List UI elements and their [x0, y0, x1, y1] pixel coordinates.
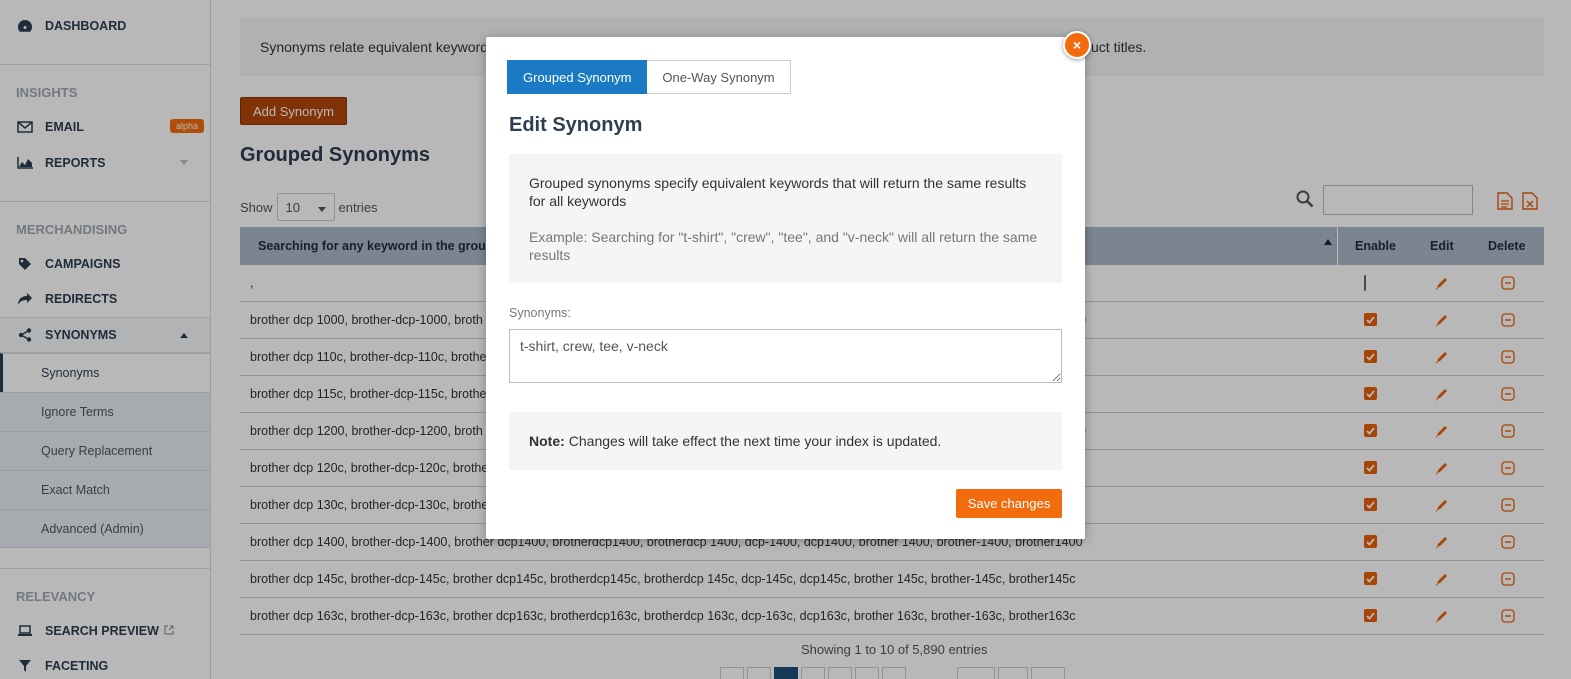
close-icon: × — [1072, 37, 1082, 53]
note-text: Changes will take effect the next time y… — [568, 433, 942, 449]
synonyms-textarea[interactable]: t-shirt, crew, tee, v-neck — [509, 329, 1062, 383]
save-changes-button[interactable]: Save changes — [956, 489, 1062, 518]
modal-description: Grouped synonyms specify equivalent keyw… — [509, 154, 1062, 283]
synonyms-label: Synonyms: — [509, 306, 571, 320]
description-text: Grouped synonyms specify equivalent keyw… — [529, 175, 1027, 209]
close-modal-button[interactable]: × — [1063, 31, 1091, 59]
synonym-type-tabs: Grouped Synonym One-Way Synonym — [507, 60, 791, 94]
edit-synonym-modal: Grouped Synonym One-Way Synonym Edit Syn… — [486, 37, 1085, 539]
example-text: Example: Searching for "t-shirt", "crew"… — [529, 229, 1038, 263]
modal-title: Edit Synonym — [509, 114, 643, 136]
note-box: Note: Changes will take effect the next … — [509, 412, 1062, 470]
tab-one-way-synonym[interactable]: One-Way Synonym — [647, 60, 791, 94]
note-label: Note: — [529, 433, 565, 449]
tab-grouped-synonym[interactable]: Grouped Synonym — [507, 60, 648, 94]
